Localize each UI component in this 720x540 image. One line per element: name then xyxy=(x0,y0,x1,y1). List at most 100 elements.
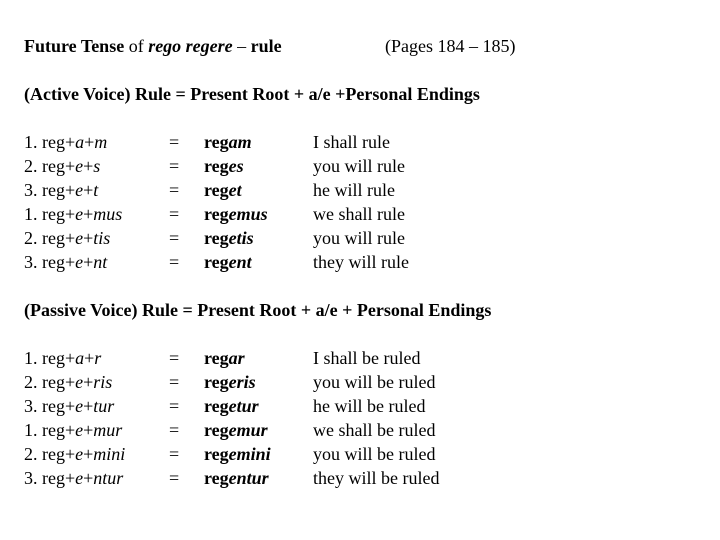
verb-ending: am xyxy=(228,132,252,152)
formula: 3. reg+e+nt xyxy=(24,250,107,274)
translation: you will rule xyxy=(313,156,405,176)
verb-form: regemur xyxy=(204,418,268,442)
equals-sign: = xyxy=(169,228,180,248)
equals-sign: = xyxy=(169,372,180,392)
formula-prefix: 2. reg+ xyxy=(24,372,76,392)
formula-plus: + xyxy=(83,372,94,392)
translation: you will be ruled xyxy=(313,444,436,464)
verb-form: regent xyxy=(204,250,252,274)
equals-sign: = xyxy=(169,396,180,416)
translation: we shall be ruled xyxy=(313,420,436,440)
formula-plus: + xyxy=(83,420,94,440)
passive-voice-rule: (Passive Voice) Rule = Present Root + a/… xyxy=(24,300,492,320)
formula-ending: mus xyxy=(93,204,123,224)
formula-ending: m xyxy=(94,132,108,152)
formula-prefix: 3. reg+ xyxy=(24,468,76,488)
translation: they will rule xyxy=(313,252,409,272)
equals-sign: = xyxy=(169,444,180,464)
formula-plus: + xyxy=(83,156,94,176)
verb-form: regar xyxy=(204,346,245,370)
verb-form: regeris xyxy=(204,370,256,394)
formula-plus: + xyxy=(83,396,94,416)
verb-ending: es xyxy=(228,156,244,176)
equals-sign: = xyxy=(169,204,180,224)
verb-ending: entur xyxy=(228,468,269,488)
verb-ending: emur xyxy=(228,420,268,440)
formula-plus: + xyxy=(83,204,94,224)
formula-plus: + xyxy=(83,468,94,488)
equals-sign: = xyxy=(169,132,180,152)
formula: 2. reg+e+s xyxy=(24,154,100,178)
verb-form: regetis xyxy=(204,226,254,250)
verb-form: reges xyxy=(204,154,244,178)
formula-vowel: e xyxy=(75,372,84,392)
formula-vowel: e xyxy=(75,228,84,248)
formula-prefix: 3. reg+ xyxy=(24,180,76,200)
translation: he will rule xyxy=(313,180,395,200)
formula-plus: + xyxy=(83,444,94,464)
formula-ending: ntur xyxy=(93,468,124,488)
formula-prefix: 2. reg+ xyxy=(24,444,76,464)
title-meaning: rule xyxy=(250,36,282,56)
formula-ending: tur xyxy=(93,396,115,416)
translation: you will rule xyxy=(313,228,405,248)
verb-stem: reg xyxy=(204,132,229,152)
verb-form: regentur xyxy=(204,466,269,490)
verb-stem: reg xyxy=(204,180,229,200)
verb-stem: reg xyxy=(204,348,229,368)
formula-prefix: 1. reg+ xyxy=(24,348,76,368)
translation: I shall rule xyxy=(313,132,390,152)
formula: 3. reg+e+t xyxy=(24,178,98,202)
equals-sign: = xyxy=(169,420,180,440)
verb-ending: ar xyxy=(228,348,245,368)
formula-vowel: e xyxy=(75,204,84,224)
translation: he will be ruled xyxy=(313,396,426,416)
formula-vowel: a xyxy=(75,348,85,368)
verb-stem: reg xyxy=(204,228,229,248)
equals-sign: = xyxy=(169,252,180,272)
verb-ending: et xyxy=(228,180,242,200)
verb-form: regetur xyxy=(204,394,259,418)
verb-ending: ent xyxy=(228,252,252,272)
formula-ending: ris xyxy=(93,372,113,392)
verb-stem: reg xyxy=(204,420,229,440)
page-reference: (Pages 184 – 185) xyxy=(385,36,516,56)
formula-prefix: 1. reg+ xyxy=(24,204,76,224)
formula-plus: + xyxy=(84,132,95,152)
formula-vowel: e xyxy=(75,468,84,488)
verb-stem: reg xyxy=(204,204,229,224)
translation: you will be ruled xyxy=(313,372,436,392)
formula: 2. reg+e+ris xyxy=(24,370,112,394)
verb-ending: emini xyxy=(228,444,271,464)
formula-prefix: 3. reg+ xyxy=(24,252,76,272)
title-dash: – xyxy=(232,36,251,56)
formula: 1. reg+a+m xyxy=(24,130,107,154)
formula-prefix: 2. reg+ xyxy=(24,156,76,176)
formula-ending: t xyxy=(93,180,99,200)
verb-stem: reg xyxy=(204,468,229,488)
equals-sign: = xyxy=(169,348,180,368)
verb-stem: reg xyxy=(204,444,229,464)
formula-plus: + xyxy=(83,252,94,272)
formula-vowel: e xyxy=(75,444,84,464)
verb-stem: reg xyxy=(204,396,229,416)
formula-ending: s xyxy=(93,156,101,176)
verb-form: reget xyxy=(204,178,242,202)
verb-stem: reg xyxy=(204,156,229,176)
formula-vowel: e xyxy=(75,252,84,272)
active-voice-rule: (Active Voice) Rule = Present Root + a/e… xyxy=(24,84,480,104)
translation: we shall rule xyxy=(313,204,405,224)
formula-ending: nt xyxy=(93,252,108,272)
equals-sign: = xyxy=(169,180,180,200)
formula-vowel: e xyxy=(75,420,84,440)
formula-prefix: 1. reg+ xyxy=(24,132,76,152)
formula: 2. reg+e+tis xyxy=(24,226,110,250)
formula-vowel: a xyxy=(75,132,85,152)
verb-form: regemini xyxy=(204,442,271,466)
verb-form: regam xyxy=(204,130,252,154)
formula-plus: + xyxy=(83,228,94,248)
formula-vowel: e xyxy=(75,396,84,416)
title-of: of xyxy=(124,36,149,56)
formula-plus: + xyxy=(83,180,94,200)
translation: I shall be ruled xyxy=(313,348,421,368)
